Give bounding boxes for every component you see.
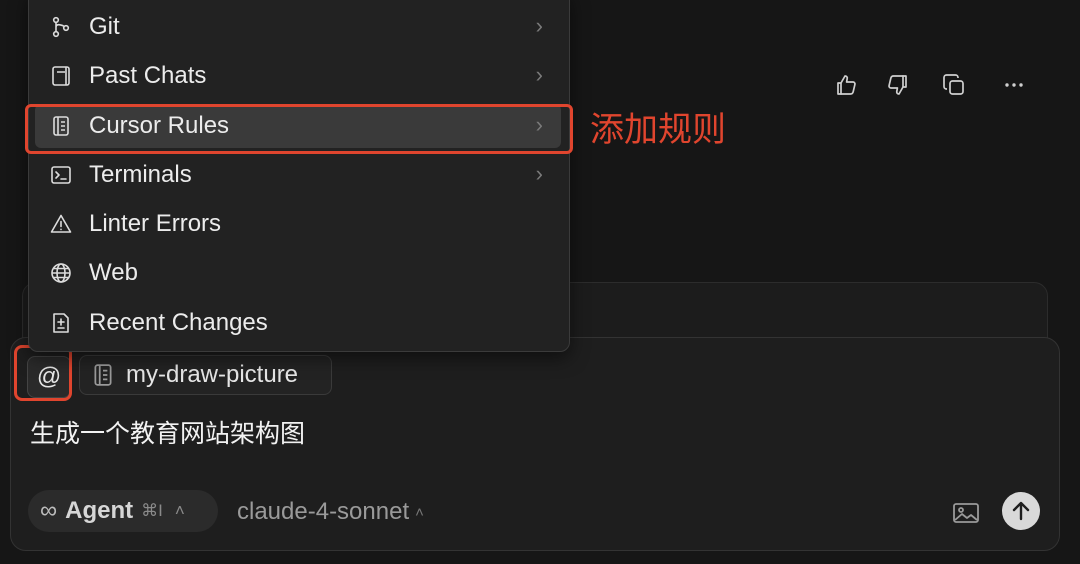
menu-item-recent-changes[interactable]: Recent Changes [35, 301, 561, 345]
git-branch-icon [49, 15, 73, 39]
menu-item-git[interactable]: Git › [35, 5, 561, 49]
context-menu: Git › Past Chats › Cursor Rules › Termin… [28, 0, 570, 352]
message-actions [830, 70, 1040, 100]
menu-item-past-chats[interactable]: Past Chats › [35, 54, 561, 98]
cursor-rules-highlight-box [25, 104, 573, 154]
context-chip[interactable]: my-draw-picture [79, 355, 332, 395]
image-upload-button[interactable] [950, 497, 982, 529]
chevron-right-icon: › [535, 13, 543, 38]
thumbs-down-icon[interactable] [882, 70, 914, 100]
annotation-label: 添加规则 [590, 111, 726, 149]
rules-icon [94, 364, 112, 386]
chevron-up-icon: ˄ [174, 501, 185, 520]
agent-mode-button[interactable]: ∞ Agent ⌘I ˄ [28, 490, 218, 532]
agent-mode-label: Agent [65, 497, 134, 524]
recent-changes-icon [49, 311, 73, 335]
menu-item-terminals[interactable]: Terminals › [35, 153, 561, 197]
chevron-right-icon: › [535, 161, 543, 186]
context-chip-label: my-draw-picture [126, 361, 299, 388]
more-options-icon[interactable] [998, 70, 1030, 100]
agent-shortcut: ⌘I [141, 501, 163, 520]
model-name: claude-4-sonnet [237, 498, 410, 525]
menu-item-linter-errors[interactable]: Linter Errors [35, 202, 561, 246]
past-chats-icon [49, 64, 73, 88]
prompt-input[interactable]: 生成一个教育网站架构图 [30, 414, 305, 450]
infinity-icon: ∞ [40, 497, 58, 524]
globe-icon [49, 261, 73, 285]
mention-highlight-box [14, 345, 72, 401]
chevron-right-icon: › [535, 62, 543, 87]
terminal-icon [49, 163, 73, 187]
arrow-up-icon [1012, 501, 1030, 521]
thumbs-up-icon[interactable] [830, 70, 862, 100]
copy-icon[interactable] [938, 70, 970, 100]
menu-item-web[interactable]: Web [35, 251, 561, 295]
image-icon [953, 503, 979, 523]
model-selector[interactable]: claude-4-sonnet ˄ [237, 498, 424, 526]
warning-icon [49, 212, 73, 236]
send-button[interactable] [1002, 492, 1040, 530]
chevron-up-icon: ˄ [415, 503, 424, 521]
